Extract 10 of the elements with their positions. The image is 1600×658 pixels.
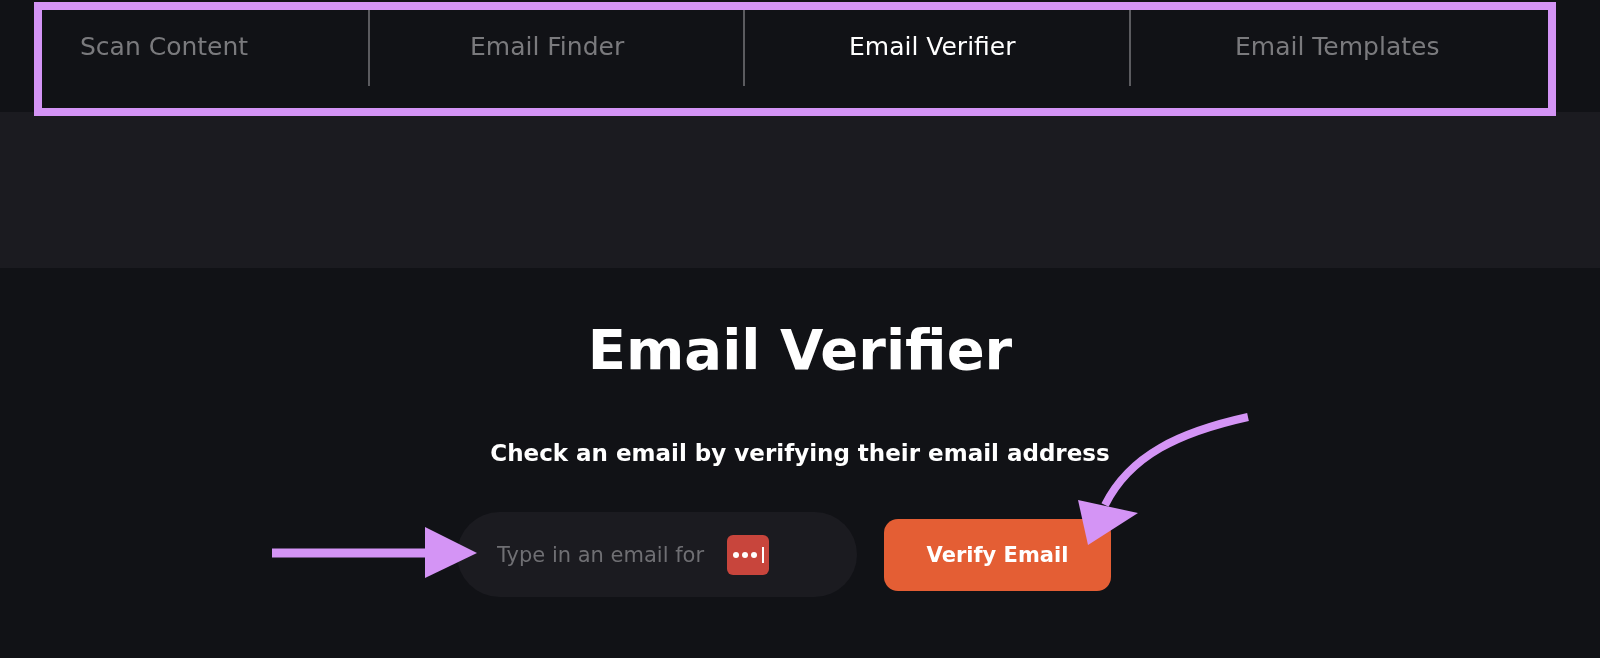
email-input-field[interactable]: Type in an email for — [457, 512, 857, 597]
page-heading: Email Verifier — [587, 316, 1013, 384]
verify-email-button[interactable]: Verify Email — [884, 518, 1111, 591]
password-manager-icon[interactable] — [727, 535, 769, 575]
page-subtitle: Check an email by verifying their email address — [490, 440, 1110, 466]
arrow-right-icon — [272, 527, 477, 578]
nav-tab[interactable]: Email Templates — [1235, 26, 1440, 92]
nav-tab[interactable]: Email Finder — [470, 26, 743, 92]
nav-tab[interactable]: Scan Content — [80, 26, 368, 92]
nav-tab[interactable]: Email Verifier — [849, 26, 1129, 92]
